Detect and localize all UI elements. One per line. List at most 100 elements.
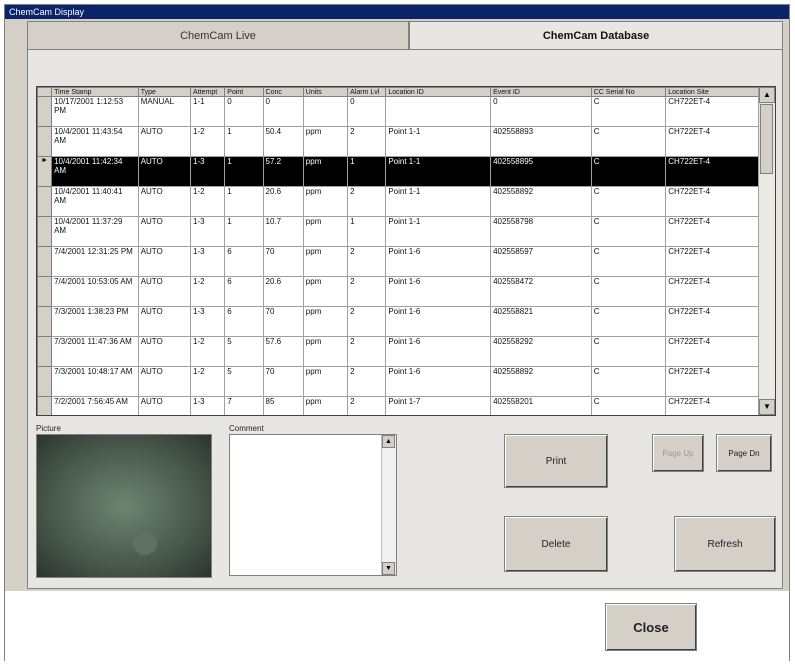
column-header[interactable]: Alarm Lvl <box>347 87 387 97</box>
row-selector[interactable] <box>37 216 53 247</box>
table-row[interactable]: 7/4/2001 10:53:05 AM AUTO 1-2 6 20.6 ppm 2 Poin… <box>37 276 759 307</box>
table-cell[interactable]: ppm <box>302 396 349 415</box>
table-cell[interactable]: AUTO <box>137 186 192 217</box>
table-cell[interactable]: 2 <box>347 306 387 337</box>
table-cell[interactable]: Point 1-1 <box>385 126 492 157</box>
table-cell[interactable]: AUTO <box>137 246 192 277</box>
table-cell[interactable]: AUTO <box>137 336 192 367</box>
table-cell[interactable]: 402558798 <box>490 216 592 247</box>
table-cell[interactable]: 2 <box>347 186 387 217</box>
table-cell[interactable]: 6 <box>224 276 264 307</box>
table-cell[interactable]: CH722ET-4 <box>665 126 759 157</box>
column-header[interactable]: Location ID <box>385 87 492 97</box>
table-cell[interactable]: 0 <box>347 96 387 127</box>
table-cell[interactable]: 7/4/2001 10:53:05 AM <box>51 276 139 307</box>
table-cell[interactable]: 2 <box>347 396 387 415</box>
table-cell[interactable]: C <box>590 336 667 367</box>
column-header[interactable]: Location Site <box>665 87 759 97</box>
table-cell[interactable]: 402558292 <box>490 336 592 367</box>
table-cell[interactable]: MANUAL <box>137 96 192 127</box>
table-cell[interactable]: C <box>590 186 667 217</box>
records-grid[interactable]: Time Stamp Type Attempt Point Conc Units… <box>36 86 776 416</box>
table-cell[interactable]: Point 1-6 <box>385 336 492 367</box>
table-cell[interactable]: AUTO <box>137 276 192 307</box>
table-cell[interactable]: 20.6 <box>262 276 304 307</box>
table-cell[interactable]: 1-3 <box>190 396 226 415</box>
tab-chemcam-database[interactable]: ChemCam Database <box>409 21 783 49</box>
table-cell[interactable]: AUTO <box>137 156 192 187</box>
table-cell[interactable]: 1 <box>224 156 264 187</box>
table-cell[interactable]: C <box>590 246 667 277</box>
comment-scroll-down-icon[interactable]: ▼ <box>382 562 395 575</box>
table-cell[interactable]: 7/4/2001 12:31:25 PM <box>51 246 139 277</box>
print-button[interactable]: Print <box>504 434 608 488</box>
table-cell[interactable]: 402558892 <box>490 366 592 397</box>
table-cell[interactable]: 2 <box>347 276 387 307</box>
table-cell[interactable]: CH722ET-4 <box>665 366 759 397</box>
column-header[interactable]: Point <box>224 87 264 97</box>
grid-vertical-scrollbar[interactable]: ▲ ▼ <box>758 87 775 415</box>
table-cell[interactable]: 402558821 <box>490 306 592 337</box>
comment-scroll-up-icon[interactable]: ▲ <box>382 435 395 448</box>
table-cell[interactable]: CH722ET-4 <box>665 306 759 337</box>
scroll-up-arrow-icon[interactable]: ▲ <box>759 87 775 103</box>
row-selector[interactable] <box>37 396 53 415</box>
table-cell[interactable]: Point 1-1 <box>385 216 492 247</box>
table-cell[interactable]: AUTO <box>137 306 192 337</box>
table-cell[interactable]: 10/17/2001 1:12:53 PM <box>51 96 139 127</box>
table-row[interactable]: 7/4/2001 12:31:25 PM AUTO 1-3 6 70 ppm 2 Point … <box>37 246 759 277</box>
table-cell[interactable]: 70 <box>262 306 304 337</box>
table-cell[interactable]: ppm <box>302 126 349 157</box>
table-cell[interactable]: Point 1-6 <box>385 276 492 307</box>
table-cell[interactable]: 1-3 <box>190 246 226 277</box>
scrollbar-thumb[interactable] <box>760 104 773 174</box>
table-cell[interactable]: C <box>590 156 667 187</box>
table-cell[interactable]: 20.6 <box>262 186 304 217</box>
table-cell[interactable] <box>302 96 349 127</box>
table-cell[interactable]: 0 <box>224 96 264 127</box>
table-cell[interactable]: 1 <box>224 186 264 217</box>
table-cell[interactable]: 5 <box>224 336 264 367</box>
row-selector[interactable] <box>37 276 53 307</box>
table-cell[interactable]: 2 <box>347 246 387 277</box>
table-cell[interactable]: 1 <box>224 126 264 157</box>
row-selector[interactable] <box>37 126 53 157</box>
row-selector[interactable] <box>37 306 53 337</box>
table-cell[interactable]: 1 <box>224 216 264 247</box>
table-cell[interactable]: 402558597 <box>490 246 592 277</box>
table-cell[interactable]: C <box>590 276 667 307</box>
table-cell[interactable]: ppm <box>302 156 349 187</box>
table-cell[interactable]: C <box>590 366 667 397</box>
table-cell[interactable]: CH722ET-4 <box>665 156 759 187</box>
table-cell[interactable]: 7/3/2001 11:47:36 AM <box>51 336 139 367</box>
table-cell[interactable] <box>385 96 492 127</box>
table-cell[interactable]: 7/2/2001 7:56:45 AM <box>51 396 139 415</box>
table-row[interactable]: 7/2/2001 7:56:45 AM AUTO 1-3 7 85 ppm 2 Point 1… <box>37 396 759 415</box>
table-row[interactable]: 7/3/2001 10:48:17 AM AUTO 1-2 5 70 ppm 2 Point … <box>37 366 759 397</box>
row-selector[interactable] <box>37 96 53 127</box>
table-cell[interactable]: 1 <box>347 216 387 247</box>
column-header[interactable]: CC Serial No <box>590 87 667 97</box>
table-cell[interactable]: Point 1-6 <box>385 246 492 277</box>
comment-textbox[interactable]: ▲ ▼ <box>229 434 397 576</box>
page-up-button[interactable]: Page Up <box>652 434 704 472</box>
table-cell[interactable]: Point 1-6 <box>385 366 492 397</box>
table-cell[interactable]: 1-2 <box>190 366 226 397</box>
table-row[interactable]: 10/4/2001 11:40:41 AM AUTO 1-2 1 20.6 ppm 2 Poi… <box>37 186 759 217</box>
table-cell[interactable]: 2 <box>347 126 387 157</box>
table-cell[interactable]: 402558201 <box>490 396 592 415</box>
table-row[interactable]: 10/4/2001 11:43:54 AM AUTO 1-2 1 50.4 ppm 2 Poi… <box>37 126 759 157</box>
table-cell[interactable]: 10/4/2001 11:40:41 AM <box>51 186 139 217</box>
column-header[interactable]: Conc <box>262 87 304 97</box>
table-cell[interactable]: Point 1-1 <box>385 186 492 217</box>
table-cell[interactable]: CH722ET-4 <box>665 396 759 415</box>
table-cell[interactable]: 1 <box>347 156 387 187</box>
table-cell[interactable]: ppm <box>302 366 349 397</box>
table-cell[interactable]: 1-1 <box>190 96 226 127</box>
table-cell[interactable]: 50.4 <box>262 126 304 157</box>
tab-chemcam-live[interactable]: ChemCam Live <box>27 21 409 49</box>
table-cell[interactable]: 2 <box>347 366 387 397</box>
table-cell[interactable]: 1-2 <box>190 126 226 157</box>
table-cell[interactable]: AUTO <box>137 396 192 415</box>
table-row[interactable]: 10/4/2001 11:37:29 AM AUTO 1-3 1 10.7 ppm 1 Poi… <box>37 216 759 247</box>
